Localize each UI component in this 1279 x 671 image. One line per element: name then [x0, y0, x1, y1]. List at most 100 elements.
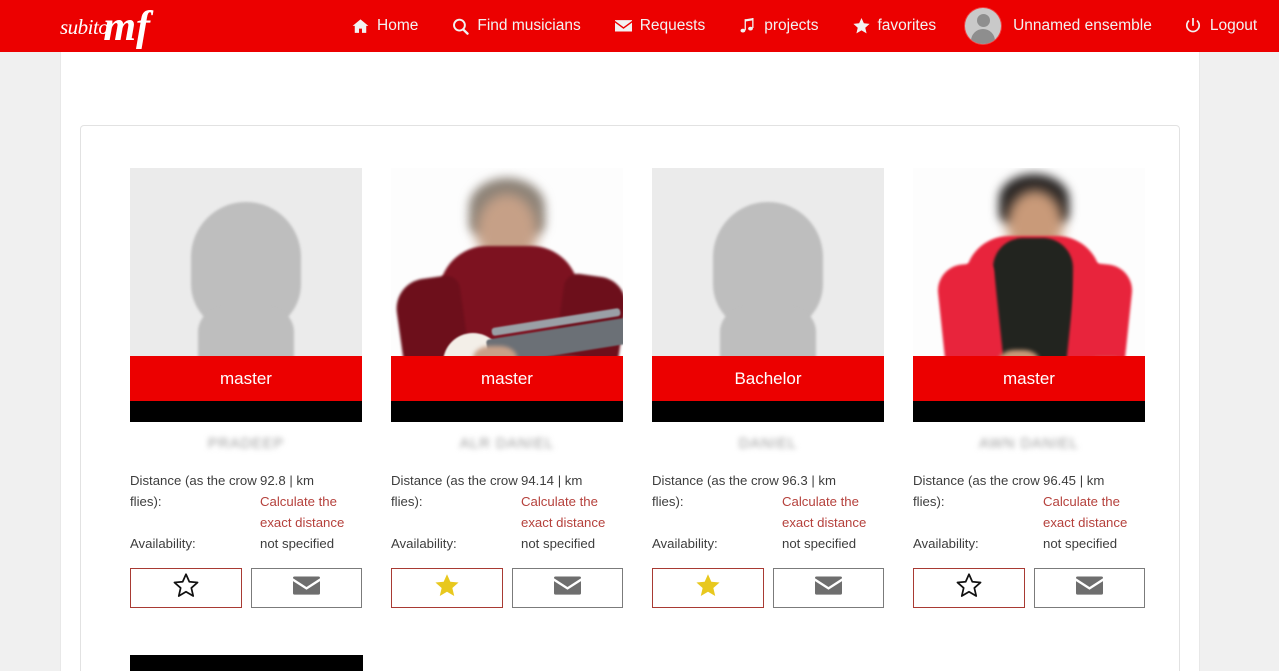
card-black-bar	[652, 401, 884, 422]
qualification-badge: master	[391, 356, 623, 401]
distance-value-group: 96.45 | km Calculate the exact distance	[1043, 470, 1145, 533]
availability-row: Availability: not specified	[913, 533, 1145, 554]
musician-name: ALR DANIEL	[459, 436, 555, 452]
musician-photo[interactable]: master	[391, 168, 623, 422]
nav-item-logout[interactable]: Logout	[1168, 0, 1274, 52]
star-filled-icon	[695, 573, 721, 603]
qualification-badge: master	[913, 356, 1145, 401]
availability-value: not specified	[1043, 536, 1118, 551]
distance-value: 94.14 | km	[521, 473, 583, 488]
card-black-bar	[391, 401, 623, 422]
distance-row: Distance (as the crow flies): 92.8 | km …	[130, 470, 362, 533]
availability-label: Availability:	[652, 536, 718, 551]
home-icon	[352, 18, 369, 35]
musician-card: master AWN DANIEL Distance (as the crow …	[913, 168, 1145, 608]
calculate-exact-distance-link[interactable]: Calculate the exact distance	[1043, 491, 1145, 533]
availability-row: Availability: not specified	[391, 533, 623, 554]
card-actions	[130, 568, 362, 608]
availability-label: Availability:	[913, 536, 979, 551]
distance-label: Distance (as the crow flies):	[391, 473, 518, 509]
nav-item-requests[interactable]: Requests	[598, 0, 722, 52]
distance-row: Distance (as the crow flies): 96.45 | km…	[913, 470, 1145, 533]
availability-label: Availability:	[130, 536, 196, 551]
envelope-icon	[292, 575, 320, 601]
brand-logo[interactable]: subito mf	[60, 0, 150, 52]
availability-value: not specified	[260, 536, 335, 551]
search-icon	[452, 18, 470, 35]
nav-user-label: Unnamed ensemble	[1013, 17, 1152, 34]
distance-value-group: 92.8 | km Calculate the exact distance	[260, 470, 362, 533]
message-button[interactable]	[250, 568, 362, 608]
nav-item-projects[interactable]: projects	[722, 0, 835, 52]
musician-photo[interactable]: master	[130, 168, 362, 422]
musician-card: Bachelor DANIEL Distance (as the crow fl…	[652, 168, 884, 608]
musician-name: AWN DANIEL	[979, 436, 1079, 452]
next-row-card-partial	[130, 655, 363, 671]
musician-info: Distance (as the crow flies): 96.3 | km …	[652, 470, 884, 554]
availability-row: Availability: not specified	[652, 533, 884, 554]
envelope-icon	[553, 575, 581, 601]
card-actions	[391, 568, 623, 608]
envelope-icon	[1075, 575, 1103, 601]
envelope-icon	[814, 575, 842, 601]
star-outline-icon	[956, 573, 982, 603]
nav-item-favorites-label: favorites	[877, 17, 937, 34]
card-actions	[652, 568, 884, 608]
musician-name: PRADEEP	[207, 436, 285, 452]
nav-item-logout-label: Logout	[1209, 17, 1258, 34]
star-icon	[852, 18, 870, 35]
availability-value: not specified	[521, 536, 596, 551]
star-outline-icon	[173, 573, 199, 603]
qualification-badge: Bachelor	[652, 356, 884, 401]
distance-value-group: 94.14 | km Calculate the exact distance	[521, 470, 623, 533]
nav-item-find-musicians-label: Find musicians	[477, 17, 581, 34]
avatar-head	[976, 14, 990, 27]
nav-item-projects-label: projects	[764, 17, 819, 34]
nav-item-requests-label: Requests	[639, 17, 706, 34]
distance-value: 92.8 | km	[260, 473, 315, 488]
card-black-bar	[913, 401, 1145, 422]
user-avatar-icon	[965, 8, 1002, 44]
distance-value: 96.45 | km	[1043, 473, 1105, 488]
nav-item-home-label: Home	[377, 17, 419, 34]
brand-logo-mf: mf	[103, 4, 150, 51]
brand-logo-subito: subito	[60, 14, 109, 39]
distance-value-group: 96.3 | km Calculate the exact distance	[782, 470, 884, 533]
calculate-exact-distance-link[interactable]: Calculate the exact distance	[260, 491, 362, 533]
favorite-button[interactable]	[130, 568, 242, 608]
calculate-exact-distance-link[interactable]: Calculate the exact distance	[782, 491, 884, 533]
calculate-exact-distance-link[interactable]: Calculate the exact distance	[521, 491, 623, 533]
avatar-body	[971, 29, 996, 44]
musician-info: Distance (as the crow flies): 92.8 | km …	[130, 470, 362, 554]
distance-value: 96.3 | km	[782, 473, 837, 488]
qualification-badge: master	[130, 356, 362, 401]
distance-row: Distance (as the crow flies): 94.14 | km…	[391, 470, 623, 533]
message-button[interactable]	[1033, 568, 1145, 608]
nav-item-favorites[interactable]: favorites	[836, 0, 954, 52]
navbar-links: Home Find musicians Requests projects fa…	[335, 0, 1274, 52]
power-icon	[1185, 18, 1202, 35]
favorite-button[interactable]	[913, 568, 1025, 608]
availability-value: not specified	[782, 536, 857, 551]
musician-photo[interactable]: Bachelor	[652, 168, 884, 422]
favorite-button[interactable]	[391, 568, 503, 608]
musician-info: Distance (as the crow flies): 94.14 | km…	[391, 470, 623, 554]
message-button[interactable]	[772, 568, 884, 608]
musician-name: DANIEL	[738, 436, 798, 452]
musician-info: Distance (as the crow flies): 96.45 | km…	[913, 470, 1145, 554]
message-button[interactable]	[511, 568, 623, 608]
card-actions	[913, 568, 1145, 608]
nav-item-find-musicians[interactable]: Find musicians	[435, 0, 597, 52]
page-root: subito mf Home Find musicians Requests p…	[0, 0, 1279, 671]
availability-label: Availability:	[391, 536, 457, 551]
availability-row: Availability: not specified	[130, 533, 362, 554]
favorite-button[interactable]	[652, 568, 764, 608]
distance-label: Distance (as the crow flies):	[913, 473, 1040, 509]
music-note-icon	[739, 18, 756, 35]
distance-label: Distance (as the crow flies):	[130, 473, 257, 509]
distance-row: Distance (as the crow flies): 96.3 | km …	[652, 470, 884, 533]
top-navbar: subito mf Home Find musicians Requests p…	[0, 0, 1279, 52]
nav-item-home[interactable]: Home	[335, 0, 435, 52]
nav-item-user-account[interactable]: Unnamed ensemble	[953, 0, 1168, 52]
musician-photo[interactable]: master	[913, 168, 1145, 422]
